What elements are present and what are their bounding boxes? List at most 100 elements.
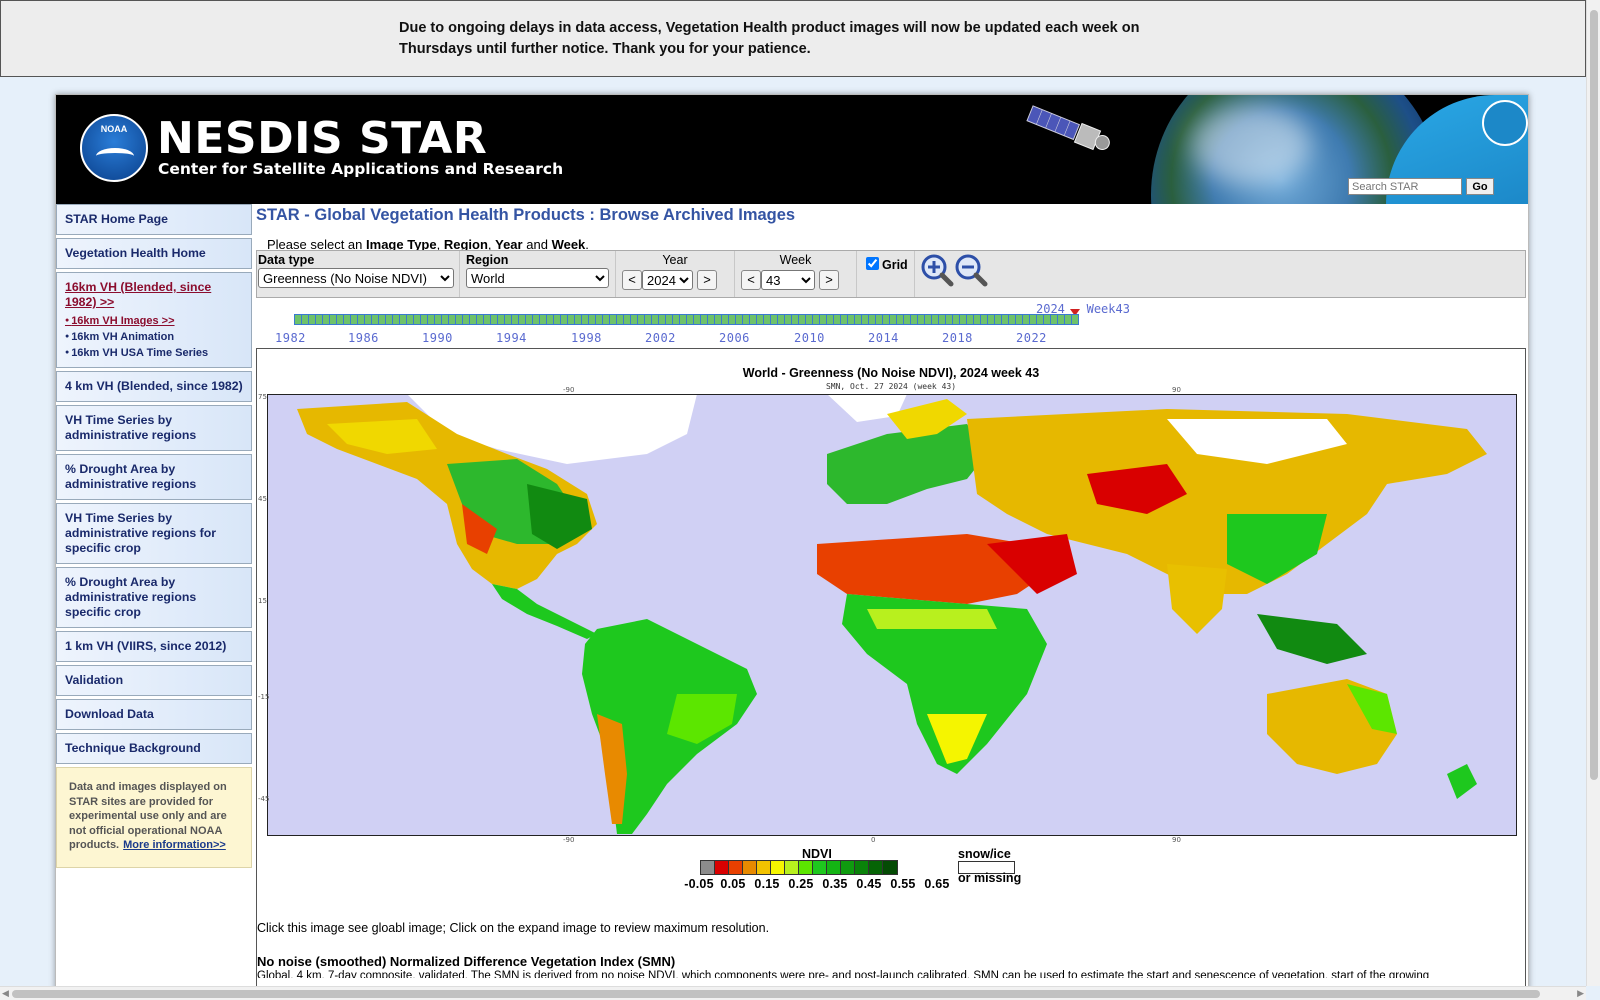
- sidebar-item-vh-timeseries-crop[interactable]: VH Time Series by administrative regions…: [56, 503, 252, 564]
- week-label: Week: [779, 253, 812, 267]
- lat-label: 15: [258, 597, 267, 605]
- timeline-year-label[interactable]: 2018: [942, 331, 973, 345]
- vertical-scrollbar[interactable]: [1586, 0, 1600, 986]
- sidebar-subitem-16km-images[interactable]: 16km VH Images >>: [65, 313, 243, 329]
- legend-swatch: [813, 861, 827, 874]
- zoom-in-icon[interactable]: [920, 253, 954, 287]
- sidebar-item-drought-area-crop[interactable]: % Drought Area by administrative regions…: [56, 567, 252, 628]
- legend-swatch: [757, 861, 771, 874]
- legend-tick-label: 0.05: [720, 877, 746, 891]
- controls-bar: Data type Greenness (No Noise NDVI) Regi…: [256, 250, 1526, 298]
- horizontal-scrollbar[interactable]: ◀ ▶: [0, 986, 1586, 1000]
- search-go-button[interactable]: Go: [1466, 178, 1494, 195]
- smn-heading: No noise (smoothed) Normalized Differenc…: [257, 954, 676, 969]
- legend-swatch: [715, 861, 729, 874]
- legend-swatch: [771, 861, 785, 874]
- timeline-year-label[interactable]: 2014: [868, 331, 899, 345]
- map-subtitle: SMN, Oct. 27 2024 (week 43): [825, 382, 957, 391]
- sidebar-item-vh-timeseries-admin[interactable]: VH Time Series by administrative regions: [56, 405, 252, 451]
- timeline-year-label[interactable]: 1998: [571, 331, 602, 345]
- page-frame: NOAA NESDIS STAR Center for Satellite Ap…: [55, 94, 1529, 1000]
- timeline-year-label[interactable]: 2010: [794, 331, 825, 345]
- year-prev-button[interactable]: <: [622, 270, 642, 290]
- year-next-button[interactable]: >: [697, 270, 717, 290]
- timeline-year-label[interactable]: 2006: [719, 331, 750, 345]
- legend-tick-label: 0.25: [788, 877, 814, 891]
- click-note: Click this image see gloabl image; Click…: [257, 921, 770, 935]
- legend-swatch: [883, 861, 897, 874]
- sidebar-item-download-data[interactable]: Download Data: [56, 699, 252, 730]
- ndvi-world-map[interactable]: [267, 394, 1517, 836]
- scroll-right-icon[interactable]: ▶: [1577, 988, 1584, 999]
- noaa-gull-icon: [96, 148, 134, 164]
- lat-label: 45: [258, 495, 267, 503]
- timeline-year-label[interactable]: 2002: [645, 331, 676, 345]
- more-information-link[interactable]: More information>>: [123, 839, 226, 851]
- search-input[interactable]: [1348, 178, 1462, 195]
- grid-control: Grid: [857, 251, 915, 297]
- legend-tick-label: 0.65: [924, 877, 950, 891]
- lon-label-bottom: -90: [563, 836, 575, 844]
- week-control: Week < 43 >: [735, 251, 857, 297]
- timeline-year-label[interactable]: 1990: [422, 331, 453, 345]
- legend-swatch: [841, 861, 855, 874]
- snow-ice-label: snow/ice: [958, 847, 1011, 861]
- timeline-bar[interactable]: [294, 314, 1079, 325]
- region-label: Region: [466, 253, 509, 267]
- sidebar-item-4km-vh[interactable]: 4 km VH (Blended, since 1982): [56, 371, 252, 402]
- legend-ticks: -0.05 0.05 0.15 0.25 0.35 0.45 0.55 0.65: [682, 877, 972, 891]
- scroll-left-icon[interactable]: ◀: [2, 988, 9, 999]
- week-next-button[interactable]: >: [819, 270, 839, 290]
- week-prev-button[interactable]: <: [741, 270, 761, 290]
- sidebar-sublist: 16km VH Images >> 16km VH Animation 16km…: [65, 313, 243, 361]
- region-control: Region World: [460, 251, 616, 297]
- sidebar-item-drought-area-admin[interactable]: % Drought Area by administrative regions: [56, 454, 252, 500]
- sidebar-item-validation[interactable]: Validation: [56, 665, 252, 696]
- legend-tick-label: 0.15: [754, 877, 780, 891]
- timeline-year-label[interactable]: 1982: [275, 331, 306, 345]
- sidebar: STAR Home Page Vegetation Health Home 16…: [56, 204, 252, 868]
- grid-label: Grid: [882, 258, 908, 272]
- commerce-seal-icon[interactable]: [1482, 100, 1528, 146]
- brand-title[interactable]: NESDIS STAR: [157, 113, 487, 164]
- brand-subtitle: Center for Satellite Applications and Re…: [158, 160, 564, 178]
- sidebar-item-star-home[interactable]: STAR Home Page: [56, 204, 252, 235]
- sidebar-item-1km-vh[interactable]: 1 km VH (VIIRS, since 2012): [56, 631, 252, 662]
- datatype-select[interactable]: Greenness (No Noise NDVI): [258, 268, 454, 288]
- sidebar-item-technique-background[interactable]: Technique Background: [56, 733, 252, 764]
- grid-checkbox[interactable]: [866, 257, 879, 270]
- notice-banner: Due to ongoing delays in data access, Ve…: [0, 0, 1586, 77]
- legend-swatch: [799, 861, 813, 874]
- sidebar-item-16km-vh[interactable]: 16km VH (Blended, since 1982) >>: [65, 280, 243, 310]
- legend-title: NDVI: [802, 847, 832, 861]
- sidebar-subitem-16km-usa-timeseries[interactable]: 16km VH USA Time Series: [65, 345, 243, 361]
- page-title: STAR - Global Vegetation Health Products…: [256, 206, 796, 224]
- lon-label-top: 90: [1172, 386, 1181, 394]
- year-select[interactable]: 2024: [642, 270, 693, 290]
- noaa-logo[interactable]: NOAA: [80, 114, 148, 182]
- datatype-control: Data type Greenness (No Noise NDVI): [257, 251, 460, 297]
- lon-label-top: -90: [563, 386, 575, 394]
- region-select[interactable]: World: [466, 268, 609, 288]
- missing-label: or missing: [958, 871, 1022, 885]
- zoom-out-icon[interactable]: [954, 253, 988, 287]
- horizontal-scroll-thumb[interactable]: [12, 990, 1540, 998]
- lat-label: -45: [258, 795, 270, 803]
- legend-swatch: [785, 861, 799, 874]
- map-title: World - Greenness (No Noise NDVI), 2024 …: [742, 366, 1040, 380]
- disclaimer-box: Data and images displayed on STAR sites …: [56, 767, 252, 868]
- sidebar-group-16km-vh: 16km VH (Blended, since 1982) >> 16km VH…: [56, 272, 252, 368]
- sidebar-subitem-16km-animation[interactable]: 16km VH Animation: [65, 329, 243, 345]
- week-select[interactable]: 43: [761, 270, 815, 290]
- timeline-year-label[interactable]: 1986: [348, 331, 379, 345]
- legend-swatch: [869, 861, 883, 874]
- vegetation-figure: World - Greenness (No Noise NDVI), 2024 …: [256, 348, 1526, 1000]
- sidebar-item-vh-home[interactable]: Vegetation Health Home: [56, 238, 252, 269]
- timeline-year-label[interactable]: 2022: [1016, 331, 1047, 345]
- vertical-scroll-thumb[interactable]: [1590, 10, 1598, 780]
- lon-label-bottom: 90: [1172, 836, 1181, 844]
- timeline-year-label[interactable]: 1994: [496, 331, 527, 345]
- timeline-current-week: Week43: [1086, 302, 1130, 316]
- legend-swatch: [827, 861, 841, 874]
- legend-swatch: [855, 861, 869, 874]
